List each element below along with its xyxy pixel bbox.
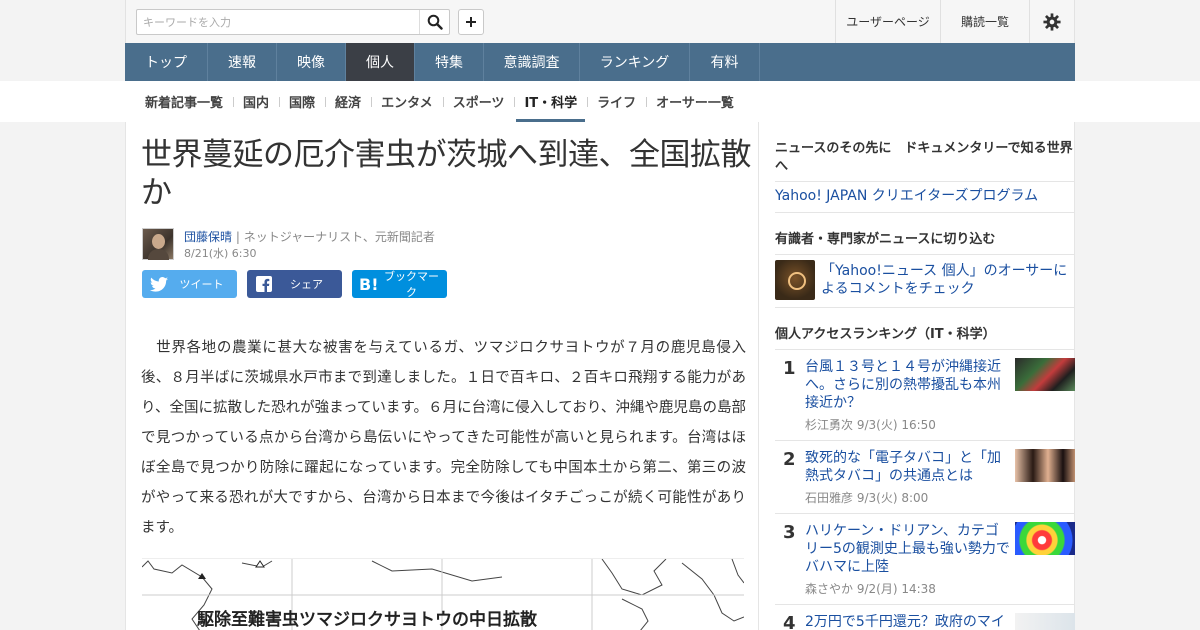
tweet-button[interactable]: ツイート [142, 270, 237, 298]
rank-title[interactable]: ハリケーン・ドリアン、カテゴリー5の観測史上最も強い勢力でバハマに上陸 [805, 522, 1010, 576]
main-nav: トップ 速報 映像 個人 特集 意識調査 ランキング 有料 [125, 43, 1075, 81]
subnav-latest[interactable]: 新着記事一覧 [135, 81, 233, 122]
rank-author: 石田雅彦 [805, 491, 854, 505]
article-title: 世界蔓延の厄介害虫が茨城へ到達、全国拡散か [141, 137, 752, 211]
nav-features[interactable]: 特集 [415, 43, 484, 81]
rank-thumbnail[interactable] [1015, 358, 1075, 391]
rank-number: 2 [783, 449, 796, 470]
hatena-bookmark-label: ブックマーク [384, 270, 439, 299]
settings-button[interactable] [1029, 0, 1074, 43]
hatena-bookmark-button[interactable]: B! ブックマーク [352, 270, 447, 299]
map-title: 駆除至難害虫ツマジロクサヨトウの中日拡散 [197, 610, 537, 630]
subnav-life[interactable]: ライフ [587, 81, 646, 122]
svg-text:B!: B! [359, 276, 379, 292]
facebook-share-button[interactable]: シェア [247, 270, 342, 298]
rank-thumbnail[interactable] [1015, 449, 1075, 482]
divider [775, 254, 1075, 255]
top-bar: ユーザーページ 購読一覧 [0, 0, 1200, 43]
creators-program-link[interactable]: Yahoo! JAPAN クリエイターズプログラム [775, 187, 1038, 205]
divider [775, 181, 1075, 182]
rank-number: 4 [783, 613, 796, 630]
author-avatar[interactable] [142, 228, 174, 260]
author-role: | ネットジャーナリスト、元新聞記者 [235, 230, 435, 244]
nav-ranking[interactable]: ランキング [580, 43, 690, 81]
subnav-it-science[interactable]: IT・科学 [514, 81, 587, 122]
facebook-icon [251, 276, 277, 292]
subnav-entertainment[interactable]: エンタメ [371, 81, 443, 122]
rank-date: 9/3(火) 16:50 [856, 418, 936, 432]
search-button[interactable] [419, 10, 449, 34]
article-map-image[interactable]: 駆除至難害虫ツマジロクサヨトウの中日拡散 [142, 558, 744, 630]
search-input[interactable] [137, 10, 419, 34]
divider [775, 307, 1075, 308]
rank-author: 森さやか [805, 582, 854, 596]
twitter-icon [146, 276, 172, 292]
tweet-label: ツイート [179, 278, 224, 291]
sidebar: ニュースのその先に ドキュメンタリーで知る世界へ Yahoo! JAPAN クリ… [759, 122, 1075, 630]
author-comment-icon[interactable] [775, 260, 815, 300]
divider [775, 212, 1075, 213]
expert-comments-link[interactable]: 「Yahoo!ニュース 個人」のオーサーによるコメントをチェック [821, 262, 1075, 298]
author-name[interactable]: 団藤保晴 [184, 230, 232, 244]
divider [775, 349, 1075, 350]
rank-title[interactable]: 2万円で5千円還元？政府のマイ [805, 613, 1010, 630]
rank-thumbnail[interactable] [1015, 613, 1075, 630]
top-bar-inner: ユーザーページ 購読一覧 [125, 0, 1075, 43]
search-box [136, 9, 450, 35]
add-button[interactable] [458, 9, 484, 35]
divider [775, 513, 1075, 514]
rank-number: 3 [783, 522, 796, 543]
hatena-bookmark-icon: B! [356, 276, 382, 292]
rank-meta: 石田雅彦 9/3(火) 8:00 [805, 489, 928, 506]
search-icon [427, 14, 443, 30]
top-links: ユーザーページ 購読一覧 [835, 0, 1074, 43]
subnav-sports[interactable]: スポーツ [442, 81, 515, 122]
rank-author: 杉江勇次 [805, 418, 854, 432]
expert-heading: 有識者・専門家がニュースに切り込む [775, 232, 996, 247]
rank-date: 9/2(月) 14:38 [856, 582, 936, 596]
rank-meta: 森さやか 9/2(月) 14:38 [805, 580, 936, 597]
nav-paid[interactable]: 有料 [690, 43, 760, 81]
user-page-link[interactable]: ユーザーページ [835, 0, 940, 43]
subnav-domestic[interactable]: 国内 [233, 81, 279, 122]
nav-individual[interactable]: 個人 [346, 43, 415, 81]
subscriptions-link[interactable]: 購読一覧 [940, 0, 1029, 43]
subnav-economy[interactable]: 経済 [325, 81, 371, 122]
divider [775, 440, 1075, 441]
rank-thumbnail[interactable] [1015, 522, 1075, 555]
divider [775, 604, 1075, 605]
rank-title[interactable]: 台風１３号と１４号が沖縄接近へ。さらに別の熱帯擾乱も本州接近か？ [805, 358, 1010, 412]
rank-number: 1 [783, 358, 796, 379]
subnav-authors[interactable]: オーサー一覧 [646, 81, 744, 122]
author-line: 団藤保晴 | ネットジャーナリスト、元新聞記者 [184, 228, 435, 245]
rank-meta: 杉江勇次 9/3(火) 16:50 [805, 416, 936, 433]
nav-breaking[interactable]: 速報 [208, 43, 277, 81]
nav-video[interactable]: 映像 [277, 43, 346, 81]
plus-icon [466, 17, 476, 27]
sub-nav-inner: 新着記事一覧 国内 国際 経済 エンタメ スポーツ IT・科学 ライフ オーサー… [135, 81, 744, 122]
sub-nav: 新着記事一覧 国内 国際 経済 エンタメ スポーツ IT・科学 ライフ オーサー… [0, 81, 1200, 122]
nav-survey[interactable]: 意識調査 [484, 43, 580, 81]
article-body: 世界各地の農業に甚大な被害を与えているガ、ツマジロクサヨトウが７月の鹿児島侵入後… [141, 340, 746, 536]
ranking-heading: 個人アクセスランキング（IT・科学） [775, 327, 996, 342]
facebook-share-label: シェア [290, 278, 323, 291]
article: 世界蔓延の厄介害虫が茨城へ到達、全国拡散か 団藤保晴 | ネットジャーナリスト、… [125, 122, 759, 630]
article-date: 8/21(水) 6:30 [184, 247, 257, 260]
rank-title[interactable]: 致死的な「電子タバコ」と「加熱式タバコ」の共通点とは [805, 449, 1010, 485]
subnav-world[interactable]: 国際 [279, 81, 325, 122]
promo-heading: ニュースのその先に ドキュメンタリーで知る世界へ [775, 141, 1073, 174]
rank-date: 9/3(火) 8:00 [856, 491, 929, 505]
gear-icon [1043, 12, 1061, 31]
nav-top[interactable]: トップ [125, 43, 208, 81]
